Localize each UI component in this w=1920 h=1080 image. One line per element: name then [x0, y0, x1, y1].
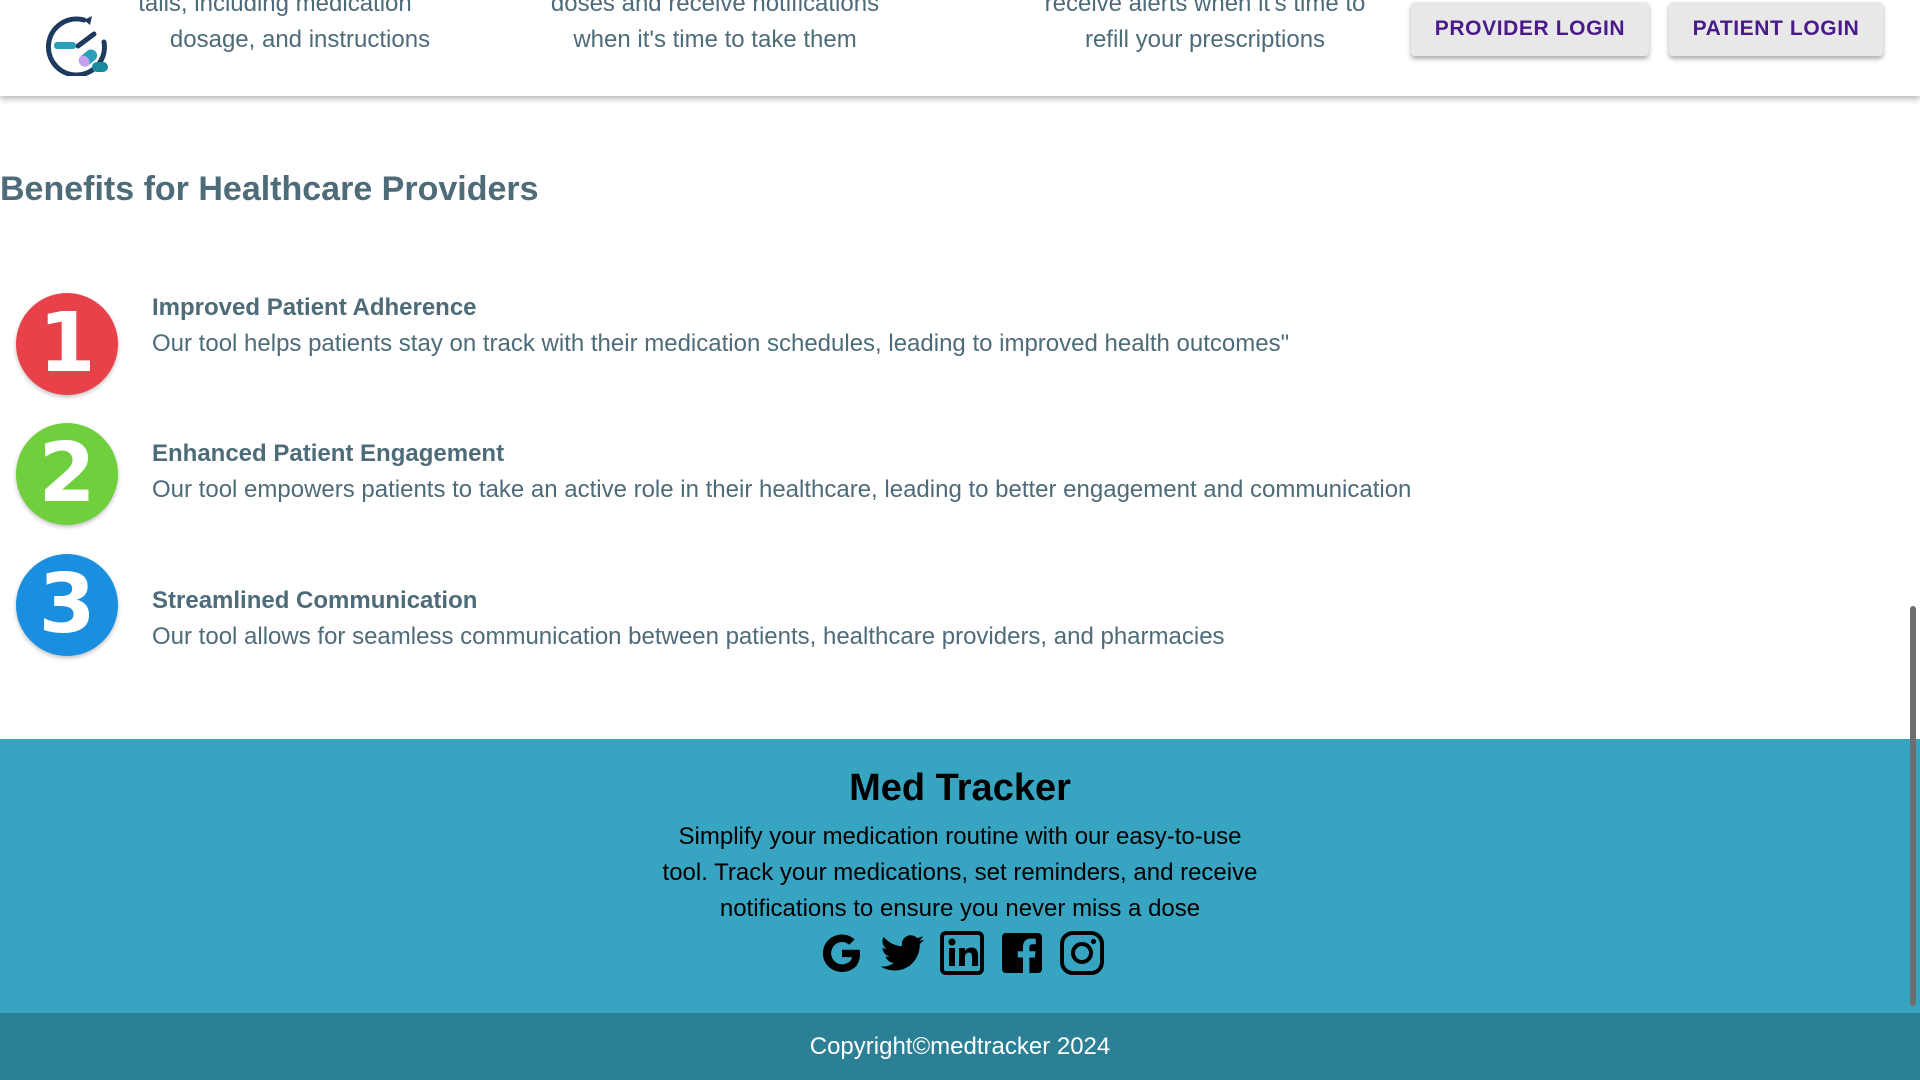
benefit-description: Our tool helps patients stay on track wi… [152, 330, 1290, 357]
patient-login-button[interactable]: PATIENT LOGIN [1669, 2, 1883, 56]
footer-title: Med Tracker [849, 767, 1071, 809]
scrollbar-thumb[interactable] [1910, 606, 1916, 1006]
benefit-item: 3 Streamlined Communication Our tool all… [0, 551, 1800, 661]
feature-text-3-line2: refill your prescriptions [1084, 26, 1326, 53]
google-icon[interactable] [818, 929, 866, 977]
badge-number: 1 [38, 296, 96, 391]
number-one-icon: 1 [16, 293, 118, 395]
footer-description: Simplify your medication routine with ou… [662, 823, 1258, 922]
top-header: tails, including medication dosage, and … [0, 0, 1920, 96]
benefit-title: Streamlined Communication [152, 587, 478, 614]
feature-text-1-line1: tails, including medication [138, 0, 412, 17]
benefit-title: Enhanced Patient Engagement [152, 440, 505, 467]
clock-pill-icon[interactable] [44, 12, 112, 76]
feature-text-3: receive alerts when it's time to refill … [1020, 0, 1390, 58]
linkedin-icon[interactable] [938, 929, 986, 977]
feature-text-2-line2: when it's time to take them [573, 26, 857, 53]
instagram-icon[interactable] [1058, 929, 1106, 977]
feature-text-1-line2: dosage, and instructions [169, 26, 431, 53]
feature-text-1: tails, including medication dosage, and … [90, 0, 460, 58]
copyright-text: Copyright©medtracker 2024 [809, 1033, 1111, 1060]
copyright-bar: Copyright©medtracker 2024 [0, 1013, 1920, 1080]
benefits-heading: Benefits for Healthcare Providers [0, 170, 539, 208]
badge-number: 3 [38, 557, 96, 652]
benefit-description: Our tool empowers patients to take an ac… [152, 476, 1412, 503]
twitter-icon[interactable] [878, 929, 926, 977]
feature-text-3-line1: receive alerts when it's time to [1044, 0, 1366, 17]
facebook-icon[interactable] [998, 929, 1046, 977]
badge-number: 2 [38, 426, 96, 521]
benefit-item: 1 Improved Patient Adherence Our tool he… [0, 290, 1800, 400]
feature-text-2-line1: doses and receive notifications [550, 0, 880, 17]
number-three-icon: 3 [16, 554, 118, 656]
benefit-description: Our tool allows for seamless communicati… [152, 623, 1225, 650]
feature-text-2: doses and receive notifications when it'… [530, 0, 900, 58]
social-links [816, 929, 1116, 979]
benefit-item: 2 Enhanced Patient Engagement Our tool e… [0, 420, 1800, 530]
number-two-icon: 2 [16, 423, 118, 525]
benefit-title: Improved Patient Adherence [152, 294, 477, 321]
provider-login-button[interactable]: PROVIDER LOGIN [1411, 2, 1649, 56]
footer: Med Tracker Simplify your medication rou… [0, 739, 1920, 1013]
